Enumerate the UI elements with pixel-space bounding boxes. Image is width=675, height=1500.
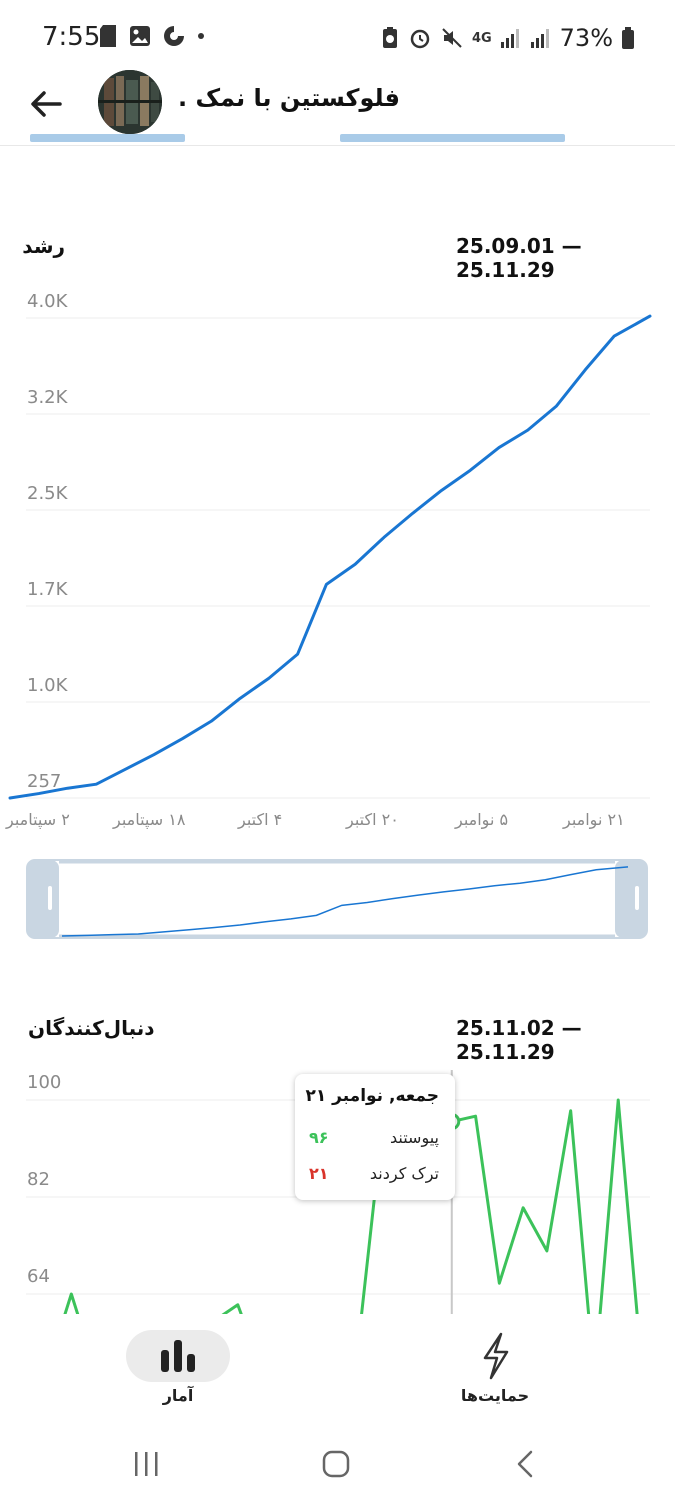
back-nav-icon[interactable] (506, 1444, 546, 1484)
lightning-icon (483, 1332, 509, 1380)
battery-icon (622, 27, 634, 49)
channel-avatar[interactable] (98, 70, 162, 134)
nav-stats-pill (126, 1330, 230, 1382)
growth-ytick-4: 1.0K (27, 675, 68, 696)
link-fragment-2 (340, 134, 565, 142)
growth-ytick-3: 1.7K (27, 579, 68, 600)
tooltip-joined-label: پیوستند (389, 1128, 439, 1147)
back-arrow-icon[interactable] (22, 80, 70, 128)
growth-line (8, 314, 652, 800)
avatar-bookshelf-image (98, 70, 162, 134)
growth-xtick-4: ۵ نوامبر (455, 810, 509, 829)
mute-icon (442, 28, 462, 48)
growth-xtick-5: ۲۱ نوامبر (563, 810, 625, 829)
range-grip-right (635, 886, 639, 910)
growth-xtick-0: ۲ سپتامبر (6, 810, 70, 829)
followers-ytick-2: 64 (27, 1266, 50, 1287)
bottom-navigation: آمار حمایت‌ها (0, 1314, 675, 1420)
growth-ytick-0: 4.0K (27, 291, 68, 312)
recent-apps-icon[interactable] (127, 1444, 167, 1484)
followers-ytick-0: 100 (27, 1072, 62, 1093)
nav-boosts-label: حمایت‌ها (460, 1386, 530, 1405)
signal-icon-2 (530, 29, 549, 48)
range-selector[interactable] (0, 856, 675, 946)
range-frame (26, 859, 648, 939)
alarm-icon (410, 29, 430, 49)
nav-stats-label: آمار (162, 1386, 194, 1405)
gallery-icon (130, 26, 150, 46)
growth-ytick-5: 257 (27, 771, 62, 792)
followers-date-range: 25.11.02 — 25.11.29 (456, 1016, 582, 1064)
home-icon[interactable] (316, 1444, 356, 1484)
status-bar: 7:55 4G 73% (0, 0, 675, 76)
network-type: 4G (471, 30, 492, 46)
nav-boosts-pill (443, 1330, 547, 1382)
followers-tooltip: جمعه, نوامبر ۲۱ پیوستند ۹۶ ترک کردند ۲۱ (295, 1074, 455, 1200)
status-right-icons: 4G 73% (380, 24, 635, 52)
tooltip-row-left: ترک کردند ۲۱ (309, 1164, 439, 1183)
nav-boosts[interactable]: حمایت‌ها (405, 1314, 585, 1420)
range-grip-left (48, 886, 52, 910)
growth-xtick-2: ۴ اکتبر (238, 810, 283, 829)
range-handle-right (615, 860, 647, 938)
sd-card-icon (100, 25, 116, 47)
tooltip-date: جمعه, نوامبر ۲۱ (305, 1086, 439, 1106)
growth-ytick-1: 3.2K (27, 387, 68, 408)
tooltip-left-label: ترک کردند (369, 1164, 439, 1183)
status-time: 7:55 (42, 22, 101, 52)
followers-ytick-1: 82 (27, 1169, 50, 1190)
growth-xtick-3: ۲۰ اکتبر (346, 810, 399, 829)
growth-ytick-2: 2.5K (27, 483, 68, 504)
growth-xtick-1: ۱۸ سپتامبر (113, 810, 186, 829)
system-navigation (0, 1420, 675, 1500)
growth-title: رشد (22, 234, 65, 258)
bar-chart-icon (161, 1340, 195, 1372)
nav-stats[interactable]: آمار (88, 1314, 268, 1420)
app-notification-icon (164, 26, 184, 46)
range-handle-left (27, 860, 59, 938)
link-fragment-1 (30, 134, 185, 142)
battery-saver-icon (382, 27, 397, 48)
tooltip-left-value: ۲۱ (309, 1164, 329, 1183)
tooltip-joined-value: ۹۶ (309, 1128, 329, 1147)
tooltip-row-joined: پیوستند ۹۶ (309, 1128, 439, 1147)
dot-icon (198, 33, 204, 39)
growth-date-range: 25.09.01 — 25.11.29 (456, 234, 582, 282)
status-left-icons (98, 24, 206, 48)
followers-title: دنبال‌کنندگان (28, 1016, 155, 1040)
channel-title[interactable]: فلوکستین با نمک . (178, 84, 400, 112)
battery-percent: 73% (559, 24, 613, 52)
scrolled-links-remnant (0, 132, 675, 150)
signal-icon-1 (500, 29, 519, 48)
